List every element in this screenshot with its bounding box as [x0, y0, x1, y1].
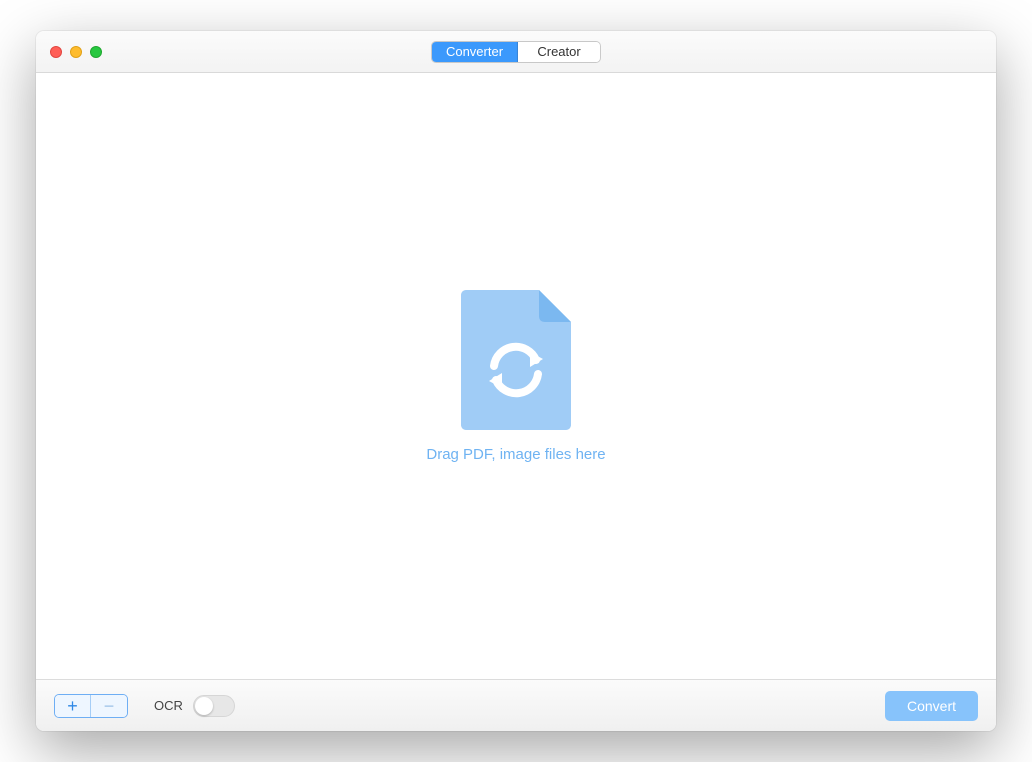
title-bar: Converter Creator [36, 31, 996, 73]
convert-button-label: Convert [907, 698, 956, 714]
window-controls [50, 46, 102, 58]
tab-creator[interactable]: Creator [518, 42, 600, 62]
add-remove-group: + − [54, 694, 128, 718]
footer-bar: + − OCR Convert [36, 679, 996, 731]
ocr-group: OCR [154, 695, 235, 717]
tab-label: Creator [537, 44, 580, 59]
tab-label: Converter [446, 44, 503, 59]
switch-knob [195, 697, 213, 715]
minimize-window-button[interactable] [70, 46, 82, 58]
close-window-button[interactable] [50, 46, 62, 58]
maximize-window-button[interactable] [90, 46, 102, 58]
add-file-button[interactable]: + [55, 695, 91, 717]
minus-icon: − [104, 697, 115, 715]
ocr-toggle[interactable] [193, 695, 235, 717]
mode-tabs: Converter Creator [431, 41, 601, 63]
remove-file-button[interactable]: − [91, 695, 127, 717]
app-window: Converter Creator Drag PDF, image files … [36, 31, 996, 731]
convert-file-icon [461, 290, 571, 430]
plus-icon: + [67, 697, 78, 715]
content-area[interactable]: Drag PDF, image files here [36, 73, 996, 679]
tab-converter[interactable]: Converter [432, 42, 518, 62]
convert-button[interactable]: Convert [885, 691, 978, 721]
dropzone-label: Drag PDF, image files here [426, 446, 605, 463]
ocr-label: OCR [154, 698, 183, 713]
